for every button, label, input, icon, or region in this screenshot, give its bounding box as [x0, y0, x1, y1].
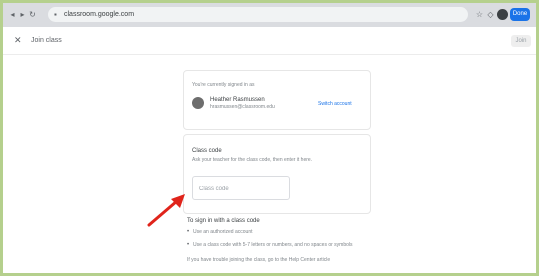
profile-avatar[interactable]: [497, 9, 508, 20]
instruction-item: Use a class code with 5-7 letters or num…: [193, 242, 353, 248]
profile-button[interactable]: Done: [510, 8, 530, 21]
join-button[interactable]: Join: [511, 35, 531, 47]
app-header: ✕ Join class Join: [3, 27, 536, 55]
switch-account-link[interactable]: Switch account: [318, 100, 352, 108]
close-icon[interactable]: ✕: [14, 36, 22, 45]
class-code-subheading: Ask your teacher for the class code, the…: [192, 157, 313, 163]
help-center-link[interactable]: If you have trouble joining the class, g…: [187, 256, 330, 264]
annotation-arrow-icon: [147, 194, 185, 227]
instruction-item: Use an authorized account: [193, 229, 253, 235]
address-bar[interactable]: ▪ classroom.google.com: [48, 7, 468, 22]
account-card-heading: You're currently signed in as: [192, 82, 255, 88]
lock-icon: ▪: [54, 10, 57, 19]
extensions-icon[interactable]: ◇: [486, 10, 495, 19]
user-avatar: [192, 97, 204, 109]
app-window: ◂ ▸ ↻ ▪ classroom.google.com ☆ ◇ Done ✕ …: [3, 3, 536, 273]
forward-icon[interactable]: ▸: [19, 11, 26, 19]
star-icon[interactable]: ☆: [475, 10, 484, 19]
reload-icon[interactable]: ↻: [29, 11, 36, 19]
bullet-icon: •: [187, 242, 190, 248]
class-code-input[interactable]: [199, 186, 285, 192]
back-icon[interactable]: ◂: [9, 11, 16, 19]
account-card: You're currently signed in as Heather Ra…: [183, 70, 371, 130]
page-title: Join class: [31, 37, 62, 44]
address-bar-url[interactable]: classroom.google.com: [64, 10, 134, 19]
instructions-heading: To sign in with a class code: [187, 218, 260, 224]
class-code-field[interactable]: [192, 176, 290, 200]
user-email: hrasmussen@classroom.edu: [210, 104, 275, 110]
class-code-card: Class code Ask your teacher for the clas…: [183, 134, 371, 214]
browser-toolbar: ◂ ▸ ↻ ▪ classroom.google.com ☆ ◇ Done: [3, 3, 536, 27]
class-code-heading: Class code: [192, 148, 222, 154]
